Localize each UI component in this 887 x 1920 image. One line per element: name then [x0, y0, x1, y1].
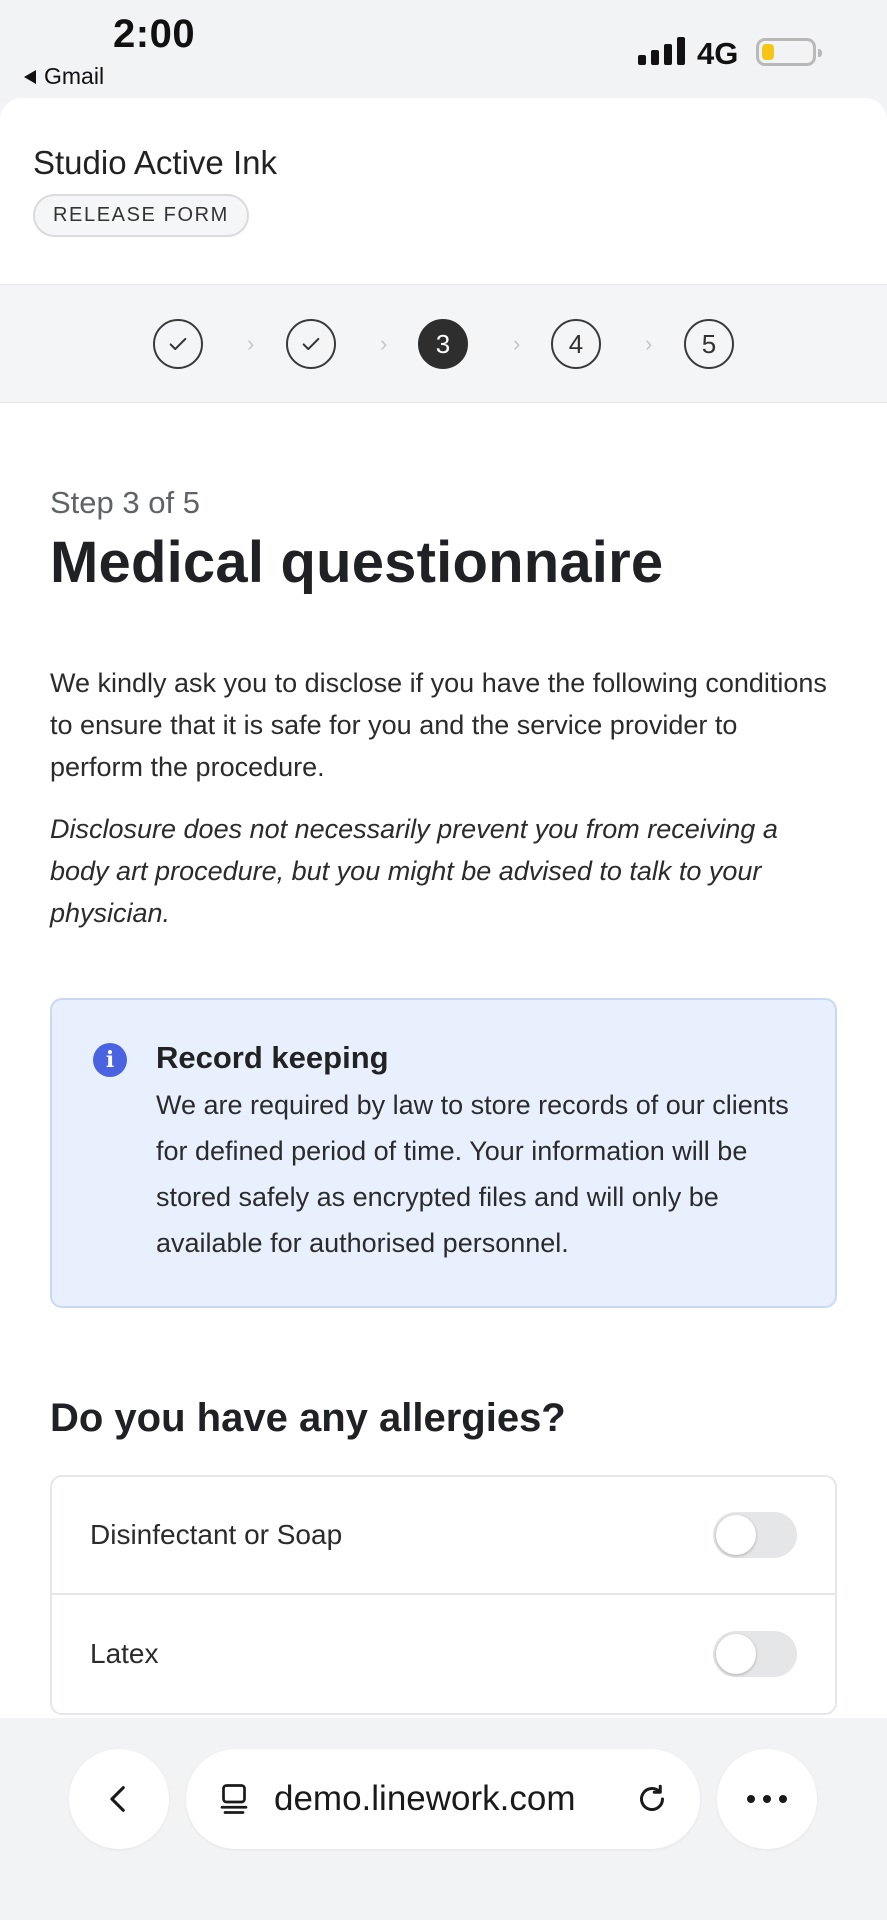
notice-title: Record keeping [156, 1040, 389, 1075]
form-badge: RELEASE FORM [33, 194, 249, 237]
step-2-complete[interactable] [286, 319, 336, 369]
status-bar: 2:00 Gmail 4G [0, 0, 887, 98]
allergy-options-list: Disinfectant or Soap Latex [50, 1475, 837, 1715]
option-latex: Latex [52, 1595, 835, 1713]
more-button[interactable] [717, 1749, 817, 1849]
web-page: Studio Active Ink RELEASE FORM › › 3 › 4… [0, 98, 887, 1718]
page-title: Medical questionnaire [50, 530, 664, 595]
step-label: Step 3 of 5 [50, 485, 200, 520]
chevron-right-icon: › [513, 331, 521, 356]
browser-toolbar: demo.linework.com [0, 1718, 887, 1920]
allergies-question: Do you have any allergies? [50, 1396, 566, 1440]
back-to-app-link[interactable]: Gmail [24, 63, 104, 90]
latex-toggle[interactable] [713, 1631, 797, 1677]
back-button[interactable] [69, 1749, 169, 1849]
chevron-right-icon: › [645, 331, 653, 356]
signal-icon [638, 37, 685, 65]
info-icon: i [93, 1043, 127, 1077]
chevron-right-icon: › [247, 331, 255, 356]
tab-icon[interactable] [216, 1781, 252, 1817]
form-content: Step 3 of 5 Medical questionnaire We kin… [0, 485, 887, 1715]
notice-text: We are required by law to store records … [156, 1090, 789, 1258]
progress-stepper: › › 3 › 4 › 5 [0, 285, 887, 403]
back-triangle-icon [24, 69, 36, 84]
page-header: Studio Active Ink RELEASE FORM [0, 98, 887, 285]
step-5[interactable]: 5 [684, 319, 734, 369]
battery-icon [756, 38, 822, 66]
disinfectant-soap-toggle[interactable] [713, 1512, 797, 1558]
status-time: 2:00 [113, 12, 196, 56]
step-1-complete[interactable] [153, 319, 203, 369]
option-disinfectant-soap: Disinfectant or Soap [52, 1477, 835, 1595]
step-4[interactable]: 4 [551, 319, 601, 369]
reload-icon[interactable] [634, 1781, 670, 1817]
back-app-label: Gmail [44, 63, 105, 89]
record-keeping-notice: i Record keeping We are required by law … [50, 998, 837, 1308]
chevron-right-icon: › [380, 331, 388, 356]
disclosure-note: Disclosure does not necessarily prevent … [50, 814, 778, 928]
network-type: 4G [697, 36, 739, 71]
studio-name: Studio Active Ink [33, 144, 277, 181]
option-label: Disinfectant or Soap [90, 1519, 343, 1550]
more-icon [747, 1795, 787, 1803]
url-text: demo.linework.com [274, 1779, 576, 1818]
check-icon [169, 337, 187, 351]
step-3-active[interactable]: 3 [418, 319, 468, 369]
option-label: Latex [90, 1638, 159, 1669]
intro-text: We kindly ask you to disclose if you hav… [50, 668, 827, 782]
address-bar[interactable]: demo.linework.com [186, 1749, 700, 1849]
back-icon [110, 1786, 125, 1812]
check-icon [302, 337, 320, 351]
